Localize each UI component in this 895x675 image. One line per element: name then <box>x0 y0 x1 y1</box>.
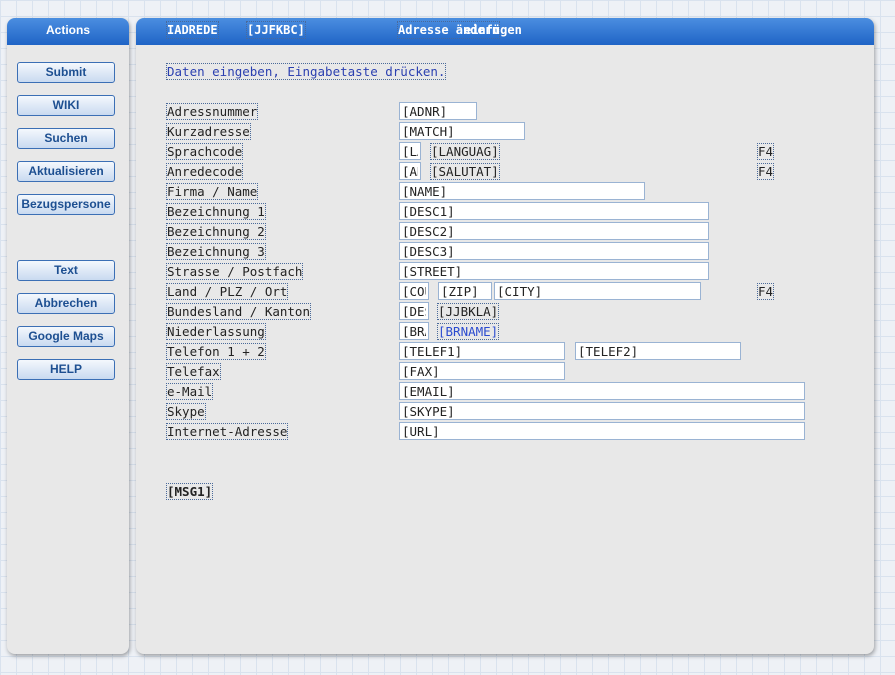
label-skype: Skype <box>166 403 206 420</box>
f4-land: F4 <box>756 283 775 300</box>
fax-field[interactable] <box>399 362 565 380</box>
skype-field[interactable] <box>399 402 805 420</box>
label-bundesland: Bundesland / Kanton <box>166 303 311 320</box>
help-button[interactable]: HELP <box>17 359 115 380</box>
salutation-code-field[interactable] <box>399 162 421 180</box>
program-name: IADREDE <box>166 21 219 39</box>
aktualisieren-button[interactable]: Aktualisieren <box>17 161 115 182</box>
label-email: e-Mail <box>165 383 214 400</box>
label-telefon: Telefon 1 + 2 <box>166 343 266 360</box>
suchen-button[interactable]: Suchen <box>17 128 115 149</box>
actions-title: Actions <box>7 18 129 45</box>
city-field[interactable] <box>494 282 701 300</box>
branch-field[interactable] <box>399 322 429 340</box>
message-text: [MSG1] <box>165 483 214 500</box>
label-strasse: Strasse / Postfach <box>165 263 304 280</box>
bezugspersone-button[interactable]: Bezugspersone <box>17 194 115 215</box>
url-field[interactable] <box>399 422 805 440</box>
label-internet-adresse: Internet-Adresse <box>165 423 289 440</box>
adnr-field[interactable] <box>399 102 477 120</box>
label-adressnummer: Adressnummer <box>165 103 259 120</box>
name-field[interactable] <box>399 182 645 200</box>
telefon1-field[interactable] <box>399 342 565 360</box>
label-sprachcode: Sprachcode <box>165 143 244 160</box>
salutation-name: [SALUTAT] <box>430 163 500 180</box>
zip-field[interactable] <box>438 282 492 300</box>
label-telefax: Telefax <box>166 363 221 380</box>
text-button[interactable]: Text <box>17 260 115 281</box>
instruction-text: Daten eingeben, Eingabetaste drücken. <box>165 63 447 80</box>
label-firma-name: Firma / Name <box>165 183 259 200</box>
actions-panel: Actions Submit WIKI Suchen Aktualisieren… <box>7 18 129 654</box>
label-land-plz-ort: Land / PLZ / Ort <box>165 283 289 300</box>
label-kurzadresse: Kurzadresse <box>166 123 251 140</box>
submit-button[interactable]: Submit <box>17 62 115 83</box>
telefon2-field[interactable] <box>575 342 741 360</box>
match-field[interactable] <box>399 122 525 140</box>
label-bezeichnung-1: Bezeichnung 1 <box>166 203 266 220</box>
branch-name: [BRNAME] <box>436 323 500 340</box>
f4-anredecode: F4 <box>756 163 775 180</box>
main-header: IADREDE [JJFKBC] Adresse ändern einfügen <box>136 18 874 45</box>
state-name: [JJBKLA] <box>436 303 500 320</box>
desc3-field[interactable] <box>399 242 709 260</box>
email-field[interactable] <box>399 382 805 400</box>
street-field[interactable] <box>399 262 709 280</box>
label-anredecode: Anredecode <box>165 163 244 180</box>
language-code-field[interactable] <box>399 142 421 160</box>
label-bezeichnung-3: Bezeichnung 3 <box>166 243 266 260</box>
page-title-overlay: einfügen <box>464 23 522 37</box>
country-field[interactable] <box>399 282 429 300</box>
desc1-field[interactable] <box>399 202 709 220</box>
main-panel: IADREDE [JJFKBC] Adresse ändern einfügen… <box>136 18 874 654</box>
label-bezeichnung-2: Bezeichnung 2 <box>166 223 266 240</box>
program-code: [JJFKBC] <box>246 21 306 39</box>
language-name: [LANGUAG] <box>430 143 500 160</box>
wiki-button[interactable]: WIKI <box>17 95 115 116</box>
state-field[interactable] <box>399 302 429 320</box>
f4-sprachcode: F4 <box>756 143 775 160</box>
google-maps-button[interactable]: Google Maps <box>17 326 115 347</box>
abbrechen-button[interactable]: Abbrechen <box>17 293 115 314</box>
label-niederlassung: Niederlassung <box>166 323 266 340</box>
desc2-field[interactable] <box>399 222 709 240</box>
